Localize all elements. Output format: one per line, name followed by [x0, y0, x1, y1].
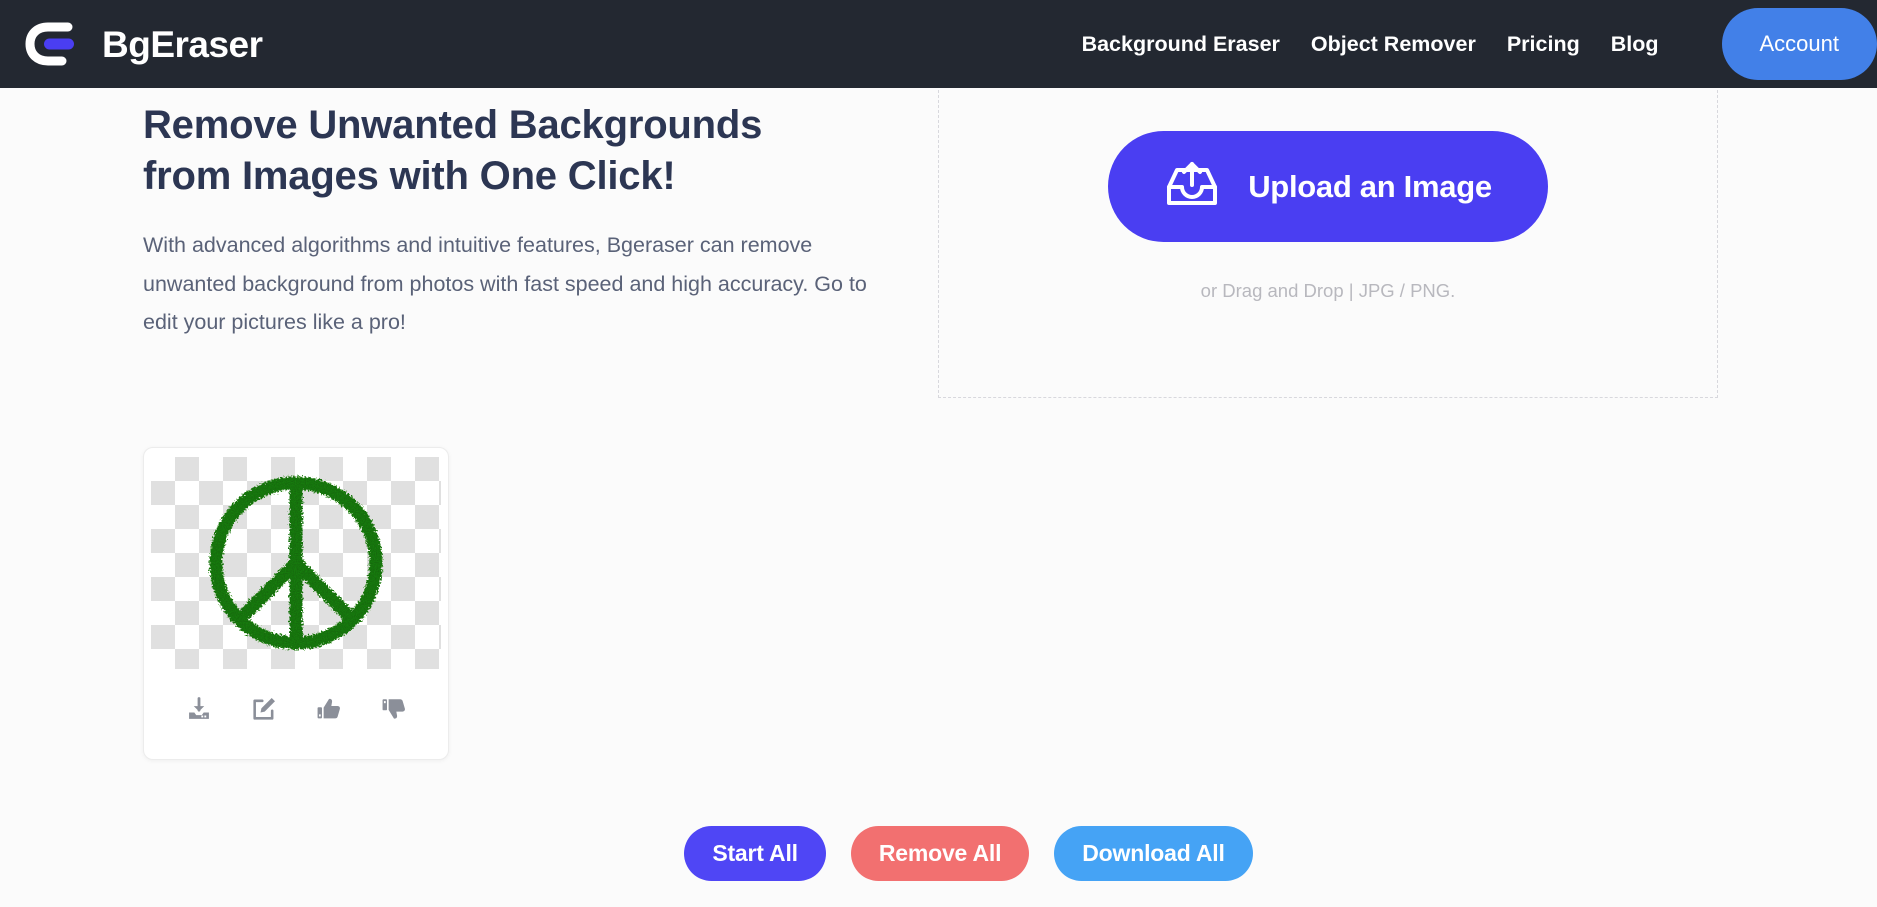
upload-image-button-label: Upload an Image	[1248, 168, 1492, 204]
bulk-actions-bar: Start All Remove All Download All	[0, 826, 1877, 881]
account-button[interactable]: Account	[1721, 8, 1877, 80]
result-thumbnail[interactable]	[151, 457, 441, 669]
nav-blog[interactable]: Blog	[1611, 32, 1659, 57]
site-header: BgEraser Background Eraser Object Remove…	[0, 0, 1877, 88]
download-all-button[interactable]: Download All	[1054, 826, 1253, 881]
brand-logo[interactable]: BgEraser	[24, 21, 263, 67]
main-nav: Background Eraser Object Remover Pricing…	[1082, 0, 1877, 88]
upload-dropzone[interactable]: Upload an Image or Drag and Drop | JPG /…	[938, 90, 1718, 398]
page-title-line2: from Images with One Click!	[143, 154, 676, 199]
page-title-line1: Remove Unwanted Backgrounds	[143, 103, 763, 147]
upload-image-button[interactable]: Upload an Image	[1108, 131, 1548, 242]
bgeraser-logo-icon	[24, 21, 88, 67]
page-title: Remove Unwanted Backgrounds from Images …	[143, 100, 913, 202]
page-description: With advanced algorithms and intuitive f…	[143, 233, 867, 334]
dislike-result-icon[interactable]	[376, 691, 412, 727]
nav-background-eraser[interactable]: Background Eraser	[1082, 32, 1280, 57]
result-card-actions	[144, 679, 448, 739]
download-result-icon[interactable]	[181, 691, 217, 727]
edit-result-icon[interactable]	[246, 691, 282, 727]
upload-hint-text: or Drag and Drop | JPG / PNG.	[1200, 280, 1456, 301]
like-result-icon[interactable]	[311, 691, 347, 727]
remove-all-button[interactable]: Remove All	[850, 826, 1030, 881]
nav-pricing[interactable]: Pricing	[1507, 32, 1580, 57]
upload-inbox-icon	[1164, 159, 1220, 214]
peace-sign-image	[201, 468, 391, 658]
nav-object-remover[interactable]: Object Remover	[1311, 32, 1476, 57]
hero-text-block: Remove Unwanted Backgrounds from Images …	[143, 100, 913, 341]
result-card[interactable]	[143, 447, 449, 760]
brand-name: BgEraser	[102, 23, 263, 65]
start-all-button[interactable]: Start All	[684, 826, 826, 881]
